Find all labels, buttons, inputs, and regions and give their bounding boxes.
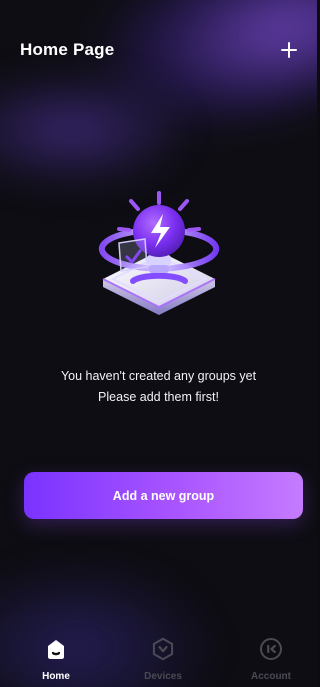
tab-label: Home	[42, 671, 70, 682]
empty-state-line-1: You haven't created any groups yet	[60, 369, 257, 383]
empty-state-text: You haven't created any groups yet Pleas…	[0, 366, 317, 408]
add-new-group-button[interactable]: Add a new group	[24, 472, 303, 519]
tab-label: Devices	[144, 671, 182, 682]
empty-state-line-2: Please add them first!	[98, 390, 219, 404]
add-button[interactable]	[275, 36, 303, 64]
page-title: Home Page	[20, 40, 115, 59]
lightbulb-illustration	[89, 183, 229, 323]
account-icon	[258, 636, 284, 662]
bottom-tab-bar: Home Devices Account	[0, 623, 317, 687]
tab-devices[interactable]: Devices	[123, 623, 203, 687]
tab-label: Account	[251, 671, 291, 682]
home-icon	[43, 636, 69, 662]
header: Home Page	[0, 0, 317, 100]
app-screen: Home Page You haven't created any groups…	[0, 0, 317, 687]
tab-home[interactable]: Home	[16, 623, 96, 687]
plus-icon	[281, 42, 297, 58]
devices-icon	[150, 636, 176, 662]
tab-account[interactable]: Account	[231, 623, 311, 687]
